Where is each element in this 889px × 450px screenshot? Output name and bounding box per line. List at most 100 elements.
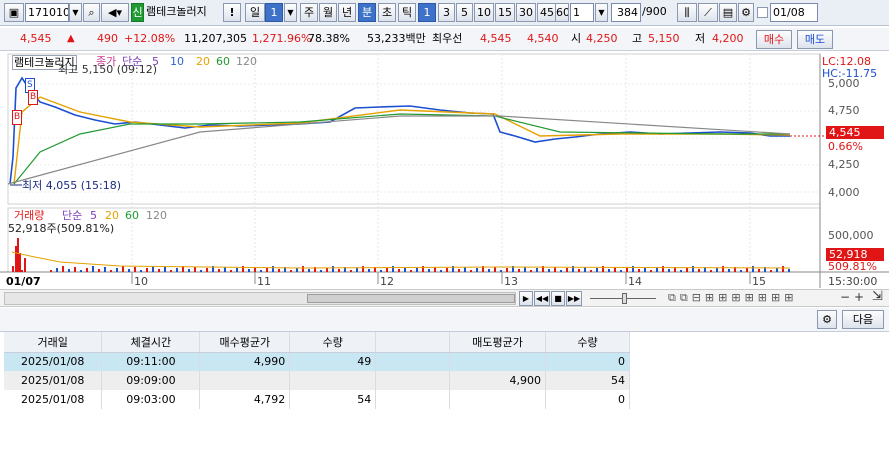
interval-button-3[interactable]: 3 [438,3,455,22]
up-arrow-icon: ▲ [67,33,75,44]
interval-dropdown-icon[interactable]: ▼ [595,3,608,22]
table-row[interactable]: 2025/01/08 09:03:00 4,792 54 0 [4,390,630,409]
volume-bar [536,268,538,272]
minute-count-button[interactable]: 1 [418,3,436,22]
volume-bar [326,268,328,272]
bar-total: /900 [642,5,667,18]
panel-settings-icon[interactable]: ⚙ [817,310,837,329]
drawing-tools-icons[interactable]: ⧉⧉⊟⊞⊞⊞⊞⊞⊞⊞ [668,291,797,305]
volume-bar [302,266,304,272]
scrollbar-thumb[interactable] [307,294,515,303]
candle-type-icon[interactable]: ⫼ [677,3,697,22]
volume-bar [650,270,652,272]
sell-button[interactable]: 매도 [797,30,833,49]
save-icon[interactable]: ▤ [719,3,737,22]
buy-signal-marker-2: B [28,90,39,105]
code-dropdown-icon[interactable]: ▼ [69,3,82,22]
reset-zoom-icon[interactable]: ⇲ [872,289,883,304]
speaker-icon[interactable]: ◀▾ [101,3,129,22]
period-button-4[interactable]: 초 [378,3,396,22]
rewind-icon[interactable]: ◀◀ [534,291,550,306]
blank-cell [375,352,451,371]
period-button-3[interactable]: 분 [358,3,376,22]
alert-button[interactable]: ! [223,3,241,22]
date-checkbox[interactable] [757,7,768,18]
trade-amount: 53,233백만 [367,32,426,45]
interval-button-30[interactable]: 30 [516,3,536,22]
price-legend-ma60: 60 [216,55,230,68]
settings-icon[interactable]: ⚙ [738,3,754,22]
volume-bar [752,266,754,272]
period-button-2[interactable]: 년 [338,3,356,22]
column-header: 매수평균가 [199,332,291,353]
interval-input[interactable]: 1 [570,3,594,22]
volume-max-label: 52,918주(509.81%) [8,222,115,235]
column-header: 수량 [289,332,377,353]
period-button-5[interactable]: 틱 [398,3,416,22]
volume-bar [206,268,208,272]
stock-code-input[interactable]: 171010 [25,3,69,22]
column-header: 체결시간 [101,332,201,353]
volume-bar [416,268,418,272]
date-input[interactable]: 01/08 [770,3,818,22]
column-header: 거래일 [4,332,103,353]
table-row[interactable]: 2025/01/08 09:09:00 4,900 54 [4,371,630,390]
search-icon[interactable]: ⌕ [83,3,100,22]
chart-area: 램테크놀러지 종가 단순 5 10 20 60 120 LC:12.08 HC:… [0,52,889,288]
buy-button[interactable]: 매수 [756,30,792,49]
turnover-ratio: 78.38% [308,32,350,45]
volume-bar [782,266,784,272]
volume-bar [176,268,178,272]
interval-button-45[interactable]: 45 [537,3,557,22]
volume-bar [566,268,568,272]
open-price: 4,250 [586,32,618,45]
volume-ratio: 1,271.96% [252,32,312,45]
day-count-dropdown-icon[interactable]: ▼ [284,3,297,22]
volume-bar [56,268,58,272]
period-day-button[interactable]: 일 [245,3,265,22]
volume-bar [74,267,76,272]
volume-bar [110,270,112,272]
day-count-input[interactable]: 1 [265,3,283,22]
volume-bar [68,269,70,272]
bar-count-input[interactable]: 384 [611,3,641,22]
current-price: 4,545 [20,32,52,45]
zoom-slider-handle[interactable] [622,293,627,304]
interval-button-60[interactable]: 60 [555,3,569,22]
period-button-1[interactable]: 월 [319,3,337,22]
period-button-0[interactable]: 주 [300,3,318,22]
volume-bar [308,269,310,272]
sell-avg-price: 4,900 [449,371,547,390]
volume-bar [662,266,664,272]
column-header: 매도평균가 [449,332,547,353]
volume-bar [266,268,268,272]
volume: 11,207,305 [184,32,247,45]
interval-button-15[interactable]: 15 [495,3,515,22]
volume-bar [440,270,442,272]
stop-icon[interactable]: ■ [551,291,565,306]
zoom-controls[interactable]: −+ [840,290,868,304]
volume-bar [80,270,82,272]
volume-legend-ma: 단순 [62,209,83,222]
interval-button-10[interactable]: 10 [474,3,494,22]
volume-bar [116,268,118,272]
volume-bar [464,267,466,272]
fast-forward-icon[interactable]: ▶▶ [566,291,582,306]
table-row[interactable]: 2025/01/08 09:11:00 4,990 49 0 [4,352,630,371]
next-button[interactable]: 다음 [842,310,884,329]
volume-bar [446,268,448,272]
x-axis-label: 11 [257,275,271,288]
best-bid: 4,540 [527,32,559,45]
window-icon[interactable]: ▣ [4,3,24,22]
volume-bar [86,268,88,272]
volume-bar [392,266,394,272]
interval-button-5[interactable]: 5 [456,3,473,22]
chart-scrollbar[interactable] [4,292,516,305]
volume-legend-ma5: 5 [90,209,97,222]
indicator-icon[interactable]: ⟋ [698,3,718,22]
chart-canvas[interactable] [0,52,889,288]
volume-bar [524,267,526,272]
trade-time: 09:03:00 [101,390,201,409]
scroll-next-icon[interactable]: ▶ [519,291,533,306]
high-price: 5,150 [648,32,680,45]
